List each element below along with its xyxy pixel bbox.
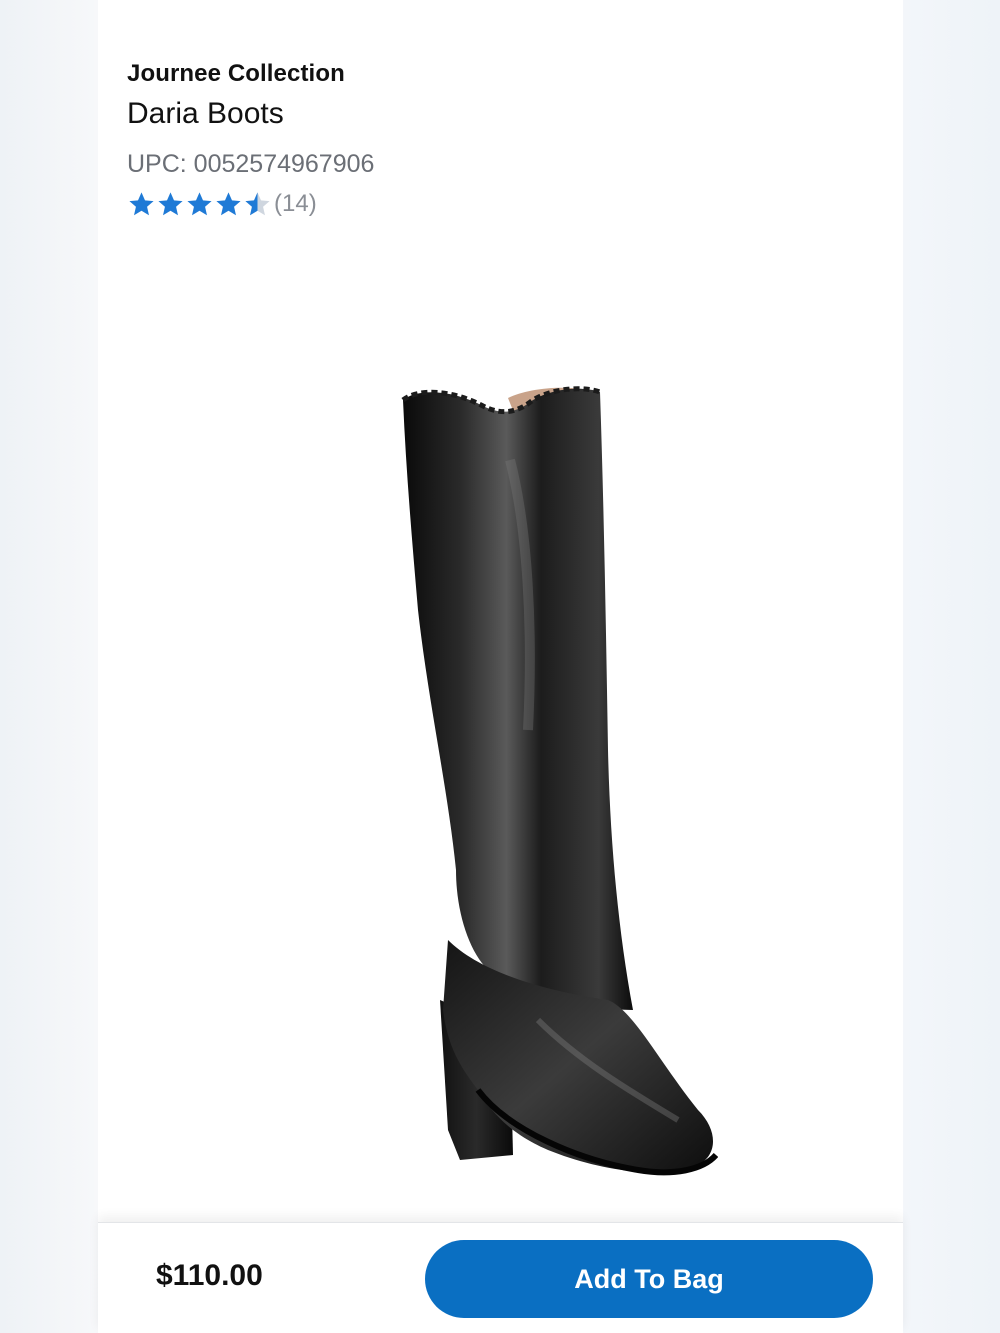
- star-icon: [129, 191, 154, 215]
- price: $110.00: [156, 1259, 263, 1292]
- boot-product-image: [401, 386, 718, 1176]
- upc-code: UPC: 0052574967906: [127, 150, 375, 178]
- rating-summary[interactable]: (14): [127, 187, 317, 221]
- product-card: Journee Collection Daria Boots UPC: 0052…: [98, 0, 903, 1333]
- add-to-bag-button[interactable]: Add To Bag: [425, 1240, 873, 1318]
- product-title: Daria Boots: [127, 97, 284, 130]
- brand-name[interactable]: Journee Collection: [127, 60, 345, 88]
- star-icon: [158, 191, 183, 215]
- star-icon: [187, 191, 212, 215]
- review-count[interactable]: (14): [274, 190, 317, 218]
- star-icon: [216, 191, 241, 215]
- purchase-bar: $110.00 Add To Bag: [98, 1222, 903, 1333]
- half-star-icon: [245, 191, 270, 215]
- star-rating: [127, 190, 272, 219]
